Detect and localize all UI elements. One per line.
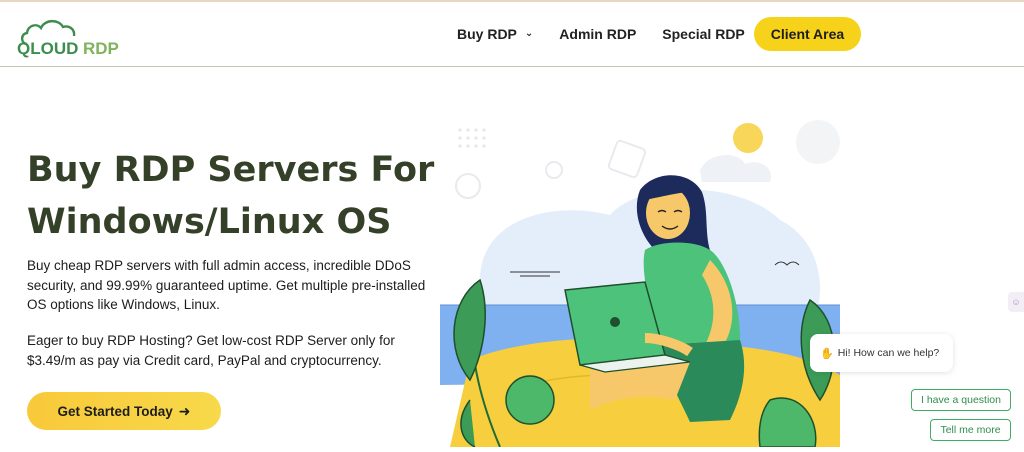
nav-special-rdp[interactable]: Special RDP ⌄ bbox=[662, 18, 761, 50]
chat-option-tell-me-more[interactable]: Tell me more bbox=[930, 419, 1011, 441]
logo[interactable]: QLOUD RDP bbox=[17, 14, 129, 58]
client-area-button[interactable]: Client Area bbox=[754, 17, 861, 51]
hero-illustration bbox=[440, 100, 860, 448]
logo-text-qloud: QLOUD bbox=[17, 39, 78, 58]
nav-admin-rdp-label: Admin RDP bbox=[559, 26, 637, 42]
smile-icon: ☺ bbox=[1011, 297, 1021, 307]
arrow-right-icon: ➜ bbox=[178, 402, 191, 419]
nav-special-rdp-label: Special RDP bbox=[662, 26, 745, 42]
logo-text-rdp: RDP bbox=[83, 39, 119, 58]
nav-admin-rdp[interactable]: Admin RDP bbox=[559, 18, 636, 50]
main-nav: Buy RDP ⌄ Admin RDP Special RDP ⌄ bbox=[457, 2, 787, 66]
get-started-label: Get Started Today bbox=[57, 403, 173, 419]
get-started-button[interactable]: Get Started Today ➜ bbox=[27, 392, 221, 430]
chat-option-question[interactable]: I have a question bbox=[911, 389, 1011, 411]
chat-greeting-text: Hi! How can we help? bbox=[837, 347, 940, 359]
nav-buy-rdp[interactable]: Buy RDP ⌄ bbox=[457, 18, 533, 50]
chevron-down-icon: ⌄ bbox=[524, 27, 534, 39]
nav-buy-rdp-label: Buy RDP bbox=[457, 26, 517, 42]
side-widget-tab[interactable]: ☺ bbox=[1008, 292, 1024, 312]
hero-pricing-text: Eager to buy RDP Hosting? Get low-cost R… bbox=[27, 333, 395, 368]
hero-title: Buy RDP Servers For Windows/Linux OS bbox=[27, 150, 435, 242]
waving-hand-icon: ✋ bbox=[820, 347, 834, 360]
hero-description: Buy cheap RDP servers with full admin ac… bbox=[27, 258, 426, 312]
chat-greeting-bubble: ✋ Hi! How can we help? bbox=[810, 334, 953, 372]
site-header: QLOUD RDP Buy RDP ⌄ Admin RDP Special RD… bbox=[0, 2, 1024, 67]
